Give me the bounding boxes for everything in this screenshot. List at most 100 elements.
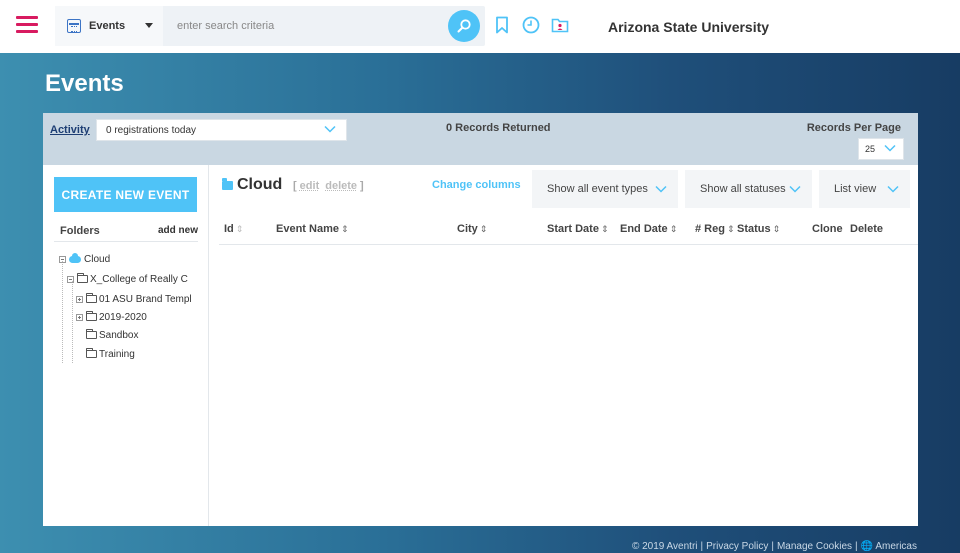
bookmark-icon[interactable] — [493, 15, 511, 35]
tree-item-label: 01 ASU Brand Templ — [99, 293, 192, 305]
edit-folder-link[interactable]: edit — [300, 180, 320, 192]
sort-icon: ⇕ — [600, 224, 609, 234]
records-returned: 0 Records Returned — [446, 122, 551, 134]
column-id[interactable]: Id ⇕ — [224, 223, 243, 235]
quick-icons — [493, 15, 569, 35]
records-per-page-label: Records Per Page — [806, 122, 901, 134]
tree-item-cloud[interactable]: Cloud — [59, 251, 110, 267]
sort-icon: ⇕ — [235, 224, 244, 234]
column-start-date[interactable]: Start Date ⇕ — [547, 223, 609, 235]
events-table-header: Id ⇕ Event Name ⇕ City ⇕ Start Date ⇕ End Da… — [219, 217, 918, 245]
region-link[interactable]: Americas — [875, 541, 917, 552]
tree-guide-line — [62, 261, 63, 363]
folder-icon — [86, 311, 97, 321]
change-columns-link[interactable]: Change columns — [432, 179, 521, 191]
column-city[interactable]: City ⇕ — [457, 223, 487, 235]
tree-item-label: Sandbox — [99, 329, 139, 341]
tree-item-training[interactable]: Training — [86, 346, 135, 362]
search-scope-label: Events — [89, 20, 126, 32]
filter-bar: Activity 0 registrations today 0 Records… — [43, 113, 918, 165]
chevron-down-icon — [887, 185, 899, 193]
column-label: Clone — [812, 223, 843, 235]
statuses-value: Show all statuses — [700, 183, 786, 195]
event-types-value: Show all event types — [547, 183, 648, 195]
folders-header: Folders add new — [54, 224, 198, 242]
chevron-down-icon — [324, 125, 336, 133]
cloud-icon — [69, 252, 81, 263]
menu-icon[interactable] — [16, 16, 38, 34]
column-label: City — [457, 223, 478, 235]
folder-icon — [222, 178, 233, 190]
sort-icon: ⇕ — [669, 224, 678, 234]
tree-item-label: Training — [99, 348, 135, 360]
activity-link[interactable]: Activity — [50, 124, 90, 136]
column-label: Id — [224, 223, 234, 235]
folder-icon — [77, 273, 88, 283]
sort-icon: ⇕ — [726, 224, 735, 234]
column-registrations[interactable]: # Reg ⇕ — [695, 223, 735, 235]
folder-icon — [86, 329, 97, 339]
search-button[interactable] — [448, 10, 480, 42]
column-label: Status — [737, 223, 771, 235]
column-label: Delete — [850, 223, 884, 235]
column-status[interactable]: Status ⇕ — [737, 223, 780, 235]
folder-user-icon[interactable] — [551, 15, 569, 35]
collapse-icon[interactable] — [59, 255, 66, 263]
column-label: Start Date — [547, 223, 599, 235]
add-new-folder-link[interactable]: add new — [158, 225, 198, 236]
create-new-event-button[interactable]: CREATE NEW EVENT — [54, 177, 197, 212]
chevron-down-icon — [884, 144, 896, 152]
event-types-dropdown[interactable]: Show all event types — [532, 170, 678, 208]
manage-cookies-link[interactable]: Manage Cookies — [777, 541, 852, 552]
column-label: # Reg — [695, 223, 725, 235]
organization-name: Arizona State University — [608, 19, 770, 35]
global-search: Events — [55, 6, 485, 46]
tree-item-label: X_College of Really C — [90, 273, 188, 285]
calendar-icon — [67, 19, 81, 33]
activity-select[interactable]: 0 registrations today — [96, 119, 347, 141]
footer: © 2019 Aventri | Privacy Policy | Manage Coo… — [631, 541, 917, 552]
chevron-down-icon — [655, 185, 667, 193]
tree-guide-line — [72, 281, 73, 363]
expand-icon[interactable] — [76, 313, 83, 321]
view-mode-dropdown[interactable]: List view — [819, 170, 910, 208]
tree-item-label: Cloud — [84, 253, 111, 265]
column-clone: Clone — [812, 223, 843, 235]
activity-select-value: 0 registrations today — [106, 124, 197, 136]
tree-item-label: 2019-2020 — [99, 311, 147, 323]
delete-folder-link[interactable]: delete — [325, 180, 357, 192]
expand-icon[interactable] — [76, 295, 83, 303]
folders-label: Folders — [60, 225, 100, 237]
copyright-text: © 2019 Aventri — [631, 541, 698, 552]
column-delete: Delete — [850, 223, 883, 235]
search-icon — [457, 19, 471, 33]
collapse-icon[interactable] — [67, 275, 74, 283]
globe-icon: 🌐 — [860, 541, 874, 552]
statuses-dropdown[interactable]: Show all statuses — [685, 170, 812, 208]
search-scope-dropdown[interactable]: Events — [55, 6, 163, 46]
events-panel: Activity 0 registrations today 0 Records… — [43, 113, 918, 526]
search-input[interactable] — [165, 6, 435, 46]
folder-sidebar: CREATE NEW EVENT Folders add new Cloud X… — [43, 165, 209, 526]
view-mode-value: List view — [834, 183, 877, 195]
clock-icon[interactable] — [522, 15, 540, 35]
top-bar: Events Arizona State University — [0, 0, 960, 53]
sort-icon: ⇕ — [340, 224, 349, 234]
events-content: Cloud [edit delete] Change columns Show a… — [210, 165, 918, 526]
records-per-page-select[interactable]: 25 — [858, 138, 904, 160]
chevron-down-icon — [789, 185, 801, 193]
tree-item-x-college[interactable]: X_College of Really C — [67, 271, 188, 287]
column-end-date[interactable]: End Date ⇕ — [620, 223, 677, 235]
tree-item-asu-brand-templates[interactable]: 01 ASU Brand Templ — [76, 291, 192, 307]
folder-actions: [edit delete] — [293, 180, 364, 192]
tree-item-2019-2020[interactable]: 2019-2020 — [76, 309, 147, 325]
folder-icon — [86, 293, 97, 303]
privacy-policy-link[interactable]: Privacy Policy — [706, 541, 768, 552]
tree-item-sandbox[interactable]: Sandbox — [86, 327, 138, 343]
sort-icon: ⇕ — [772, 224, 781, 234]
folder-title: Cloud — [237, 176, 283, 193]
column-event-name[interactable]: Event Name ⇕ — [276, 223, 349, 235]
column-label: End Date — [620, 223, 668, 235]
records-per-page-value: 25 — [865, 144, 876, 154]
page-title: Events — [45, 70, 124, 97]
